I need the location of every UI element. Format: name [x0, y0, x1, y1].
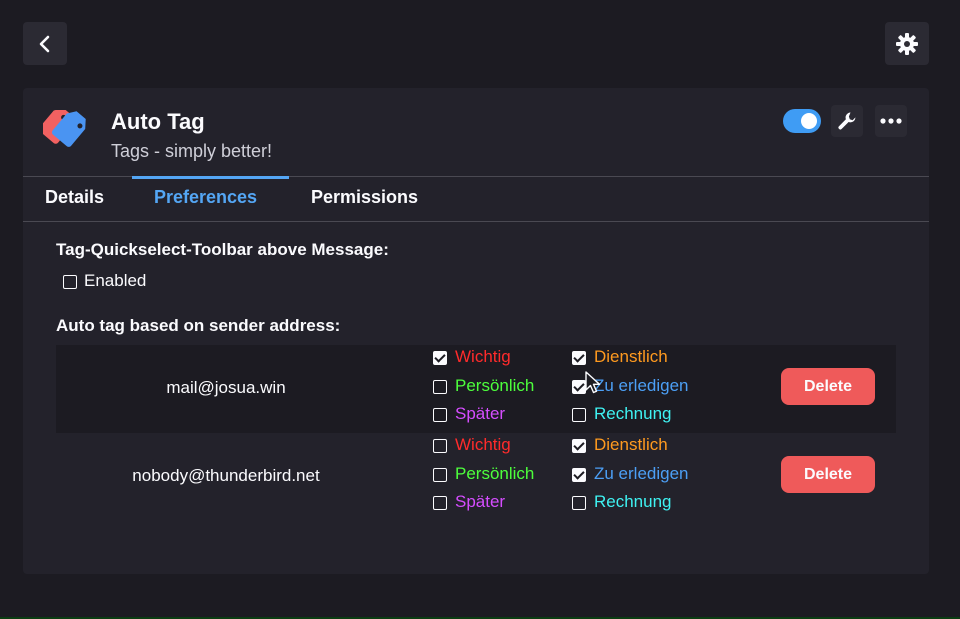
toolbar-heading: Tag-Quickselect-Toolbar above Message: [56, 240, 389, 259]
tag-label-zu-erledigen: Zu erledigen [594, 376, 689, 395]
tag-checkbox-dienstlich[interactable] [572, 439, 586, 453]
tab-details[interactable]: Details [45, 187, 104, 208]
tag-label-rechnung: Rechnung [594, 404, 672, 423]
tag-checkbox-wichtig[interactable] [433, 351, 447, 365]
delete-button[interactable]: Delete [781, 368, 875, 405]
back-button[interactable] [23, 22, 67, 65]
tag-checkbox-spaeter[interactable] [433, 496, 447, 510]
tag-label-persoenlich: Persönlich [455, 376, 535, 395]
tag-label-zu-erledigen: Zu erledigen [594, 464, 689, 483]
more-icon [880, 118, 902, 124]
delete-button[interactable]: Delete [781, 456, 875, 493]
tag-checkbox-rechnung[interactable] [572, 408, 586, 422]
tag-checkbox-persoenlich[interactable] [433, 468, 447, 482]
tag-label-spaeter: Später [455, 492, 506, 511]
rule-row: mail@josua.win Wichtig Persönlich Später… [56, 345, 896, 433]
tags-icon [43, 110, 86, 147]
tag-label-persoenlich: Persönlich [455, 464, 535, 483]
tag-label-dienstlich: Dienstlich [594, 347, 668, 366]
tag-checkbox-zu-erledigen[interactable] [572, 468, 586, 482]
options-button[interactable] [831, 105, 863, 137]
toolbar-enabled-checkbox[interactable] [63, 275, 77, 289]
toolbar-enabled-label: Enabled [84, 271, 147, 290]
rule-email: mail@josua.win [166, 378, 286, 397]
tag-label-rechnung: Rechnung [594, 492, 672, 511]
tab-permissions[interactable]: Permissions [311, 187, 418, 208]
addon-card: Auto Tag Tags - simply better! Details P… [23, 88, 929, 574]
tag-label-spaeter: Später [455, 404, 506, 423]
tab-preferences[interactable]: Preferences [154, 187, 257, 208]
mouse-cursor-icon [585, 371, 601, 394]
settings-button[interactable] [885, 22, 929, 65]
wrench-icon [838, 112, 856, 130]
active-tab-indicator [132, 176, 289, 179]
rule-email: nobody@thunderbird.net [132, 466, 320, 485]
sender-heading: Auto tag based on sender address: [56, 316, 341, 335]
addon-description: Tags - simply better! [111, 141, 273, 161]
tag-checkbox-wichtig[interactable] [433, 439, 447, 453]
tab-bar: Details Preferences Permissions [23, 176, 929, 222]
tag-checkbox-dienstlich[interactable] [572, 351, 586, 365]
addon-name: Auto Tag [111, 109, 205, 134]
tag-label-wichtig: Wichtig [455, 347, 511, 366]
gear-icon [896, 32, 918, 55]
tag-label-wichtig: Wichtig [455, 435, 511, 454]
chevron-left-icon [39, 35, 50, 52]
tag-checkbox-persoenlich[interactable] [433, 380, 447, 394]
more-options-button[interactable] [875, 105, 907, 137]
tag-checkbox-rechnung[interactable] [572, 496, 586, 510]
tag-label-dienstlich: Dienstlich [594, 435, 668, 454]
tag-checkbox-spaeter[interactable] [433, 408, 447, 422]
addon-enable-toggle[interactable] [783, 109, 821, 133]
rule-row: nobody@thunderbird.net Wichtig Persönlic… [56, 433, 896, 521]
